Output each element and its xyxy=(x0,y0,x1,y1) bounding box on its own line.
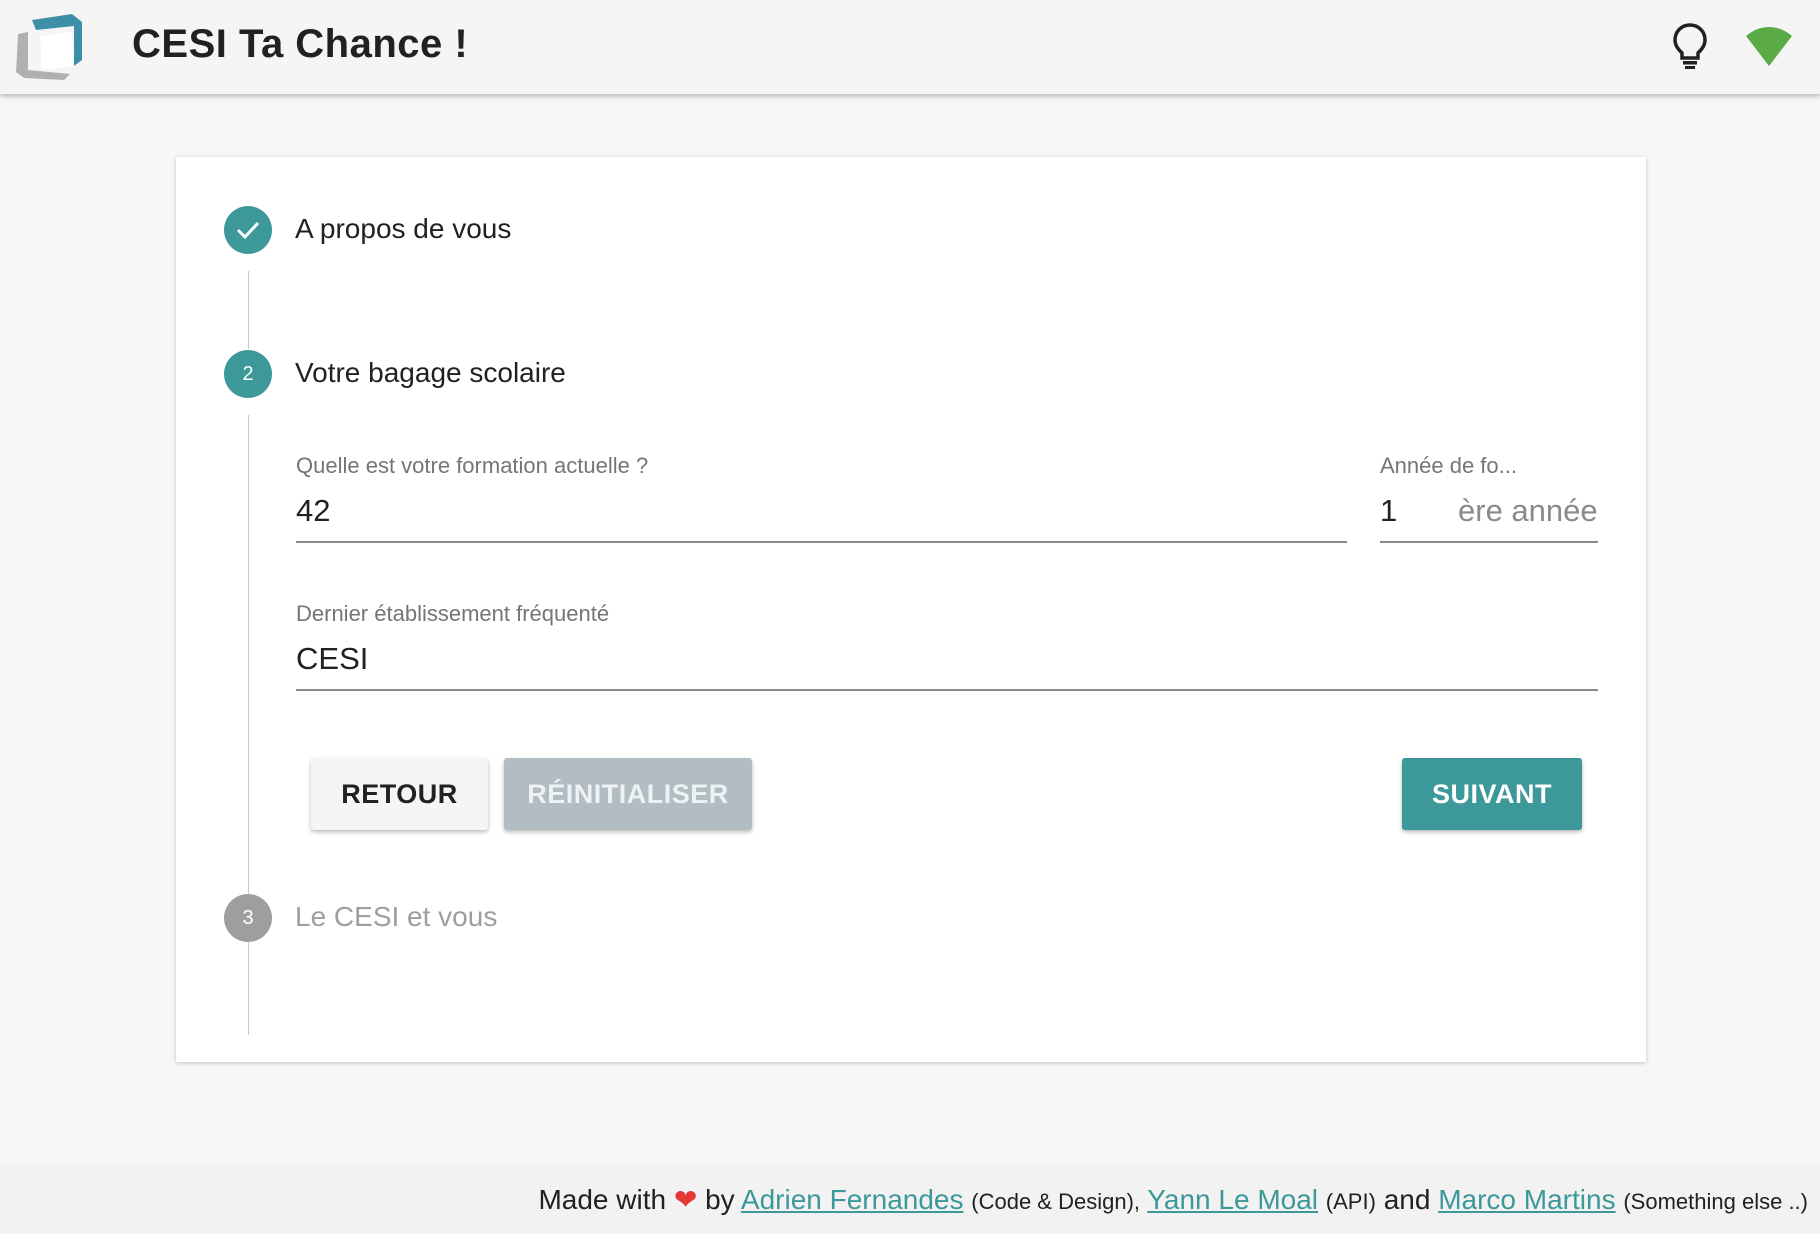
author-role: (Something else ..) xyxy=(1623,1189,1808,1214)
author-role: (API) xyxy=(1325,1189,1376,1214)
step-2-label[interactable]: Votre bagage scolaire xyxy=(295,357,566,389)
etablissement-underline xyxy=(296,689,1598,691)
author-link-marco[interactable]: Marco Martins xyxy=(1438,1184,1615,1215)
stepper-card: A propos de vous 2 Votre bagage scolaire… xyxy=(176,157,1646,1062)
step-connector xyxy=(248,415,249,1035)
back-button[interactable]: RETOUR xyxy=(311,758,488,830)
step-connector xyxy=(248,271,249,349)
footer: Made with ❤ by Adrien Fernandes (Code & … xyxy=(0,1163,1820,1234)
formation-underline xyxy=(296,541,1347,543)
author-role: (Code & Design), xyxy=(971,1189,1141,1214)
annee-label: Année de fo... xyxy=(1380,453,1517,478)
annee-underline xyxy=(1380,541,1598,543)
cesi-logo-icon xyxy=(16,14,82,80)
step-2-circle[interactable]: 2 xyxy=(224,350,272,398)
app-title: CESI Ta Chance ! xyxy=(132,22,469,66)
author-link-yann[interactable]: Yann Le Moal xyxy=(1147,1184,1318,1215)
formation-input[interactable]: 42 xyxy=(296,493,330,529)
lightbulb-icon[interactable] xyxy=(1672,22,1708,70)
etablissement-input[interactable]: CESI xyxy=(296,641,368,677)
author-link-adrien[interactable]: Adrien Fernandes xyxy=(741,1184,964,1215)
app-bar: CESI Ta Chance ! xyxy=(0,0,1820,94)
footer-and: and xyxy=(1383,1184,1431,1215)
formation-label: Quelle est votre formation actuelle ? xyxy=(296,453,649,478)
annee-suffix: ère année xyxy=(1458,493,1598,528)
step-3-label[interactable]: Le CESI et vous xyxy=(295,901,497,933)
step-1-label[interactable]: A propos de vous xyxy=(295,213,511,245)
footer-by: by xyxy=(705,1184,735,1215)
footer-made-with: Made with xyxy=(538,1184,667,1215)
step-3-circle[interactable]: 3 xyxy=(224,894,272,942)
next-button[interactable]: SUIVANT xyxy=(1402,758,1582,830)
check-icon xyxy=(236,221,260,240)
wifi-icon[interactable] xyxy=(1744,26,1794,68)
reset-button[interactable]: RÉINITIALISER xyxy=(504,758,752,830)
heart-icon: ❤ xyxy=(673,1184,698,1215)
footer-credits: Made with ❤ by Adrien Fernandes (Code & … xyxy=(538,1183,1808,1216)
step-1-check-circle[interactable] xyxy=(224,206,272,254)
etablissement-label: Dernier établissement fréquenté xyxy=(296,601,610,626)
annee-input[interactable]: 1 xyxy=(1380,493,1397,529)
